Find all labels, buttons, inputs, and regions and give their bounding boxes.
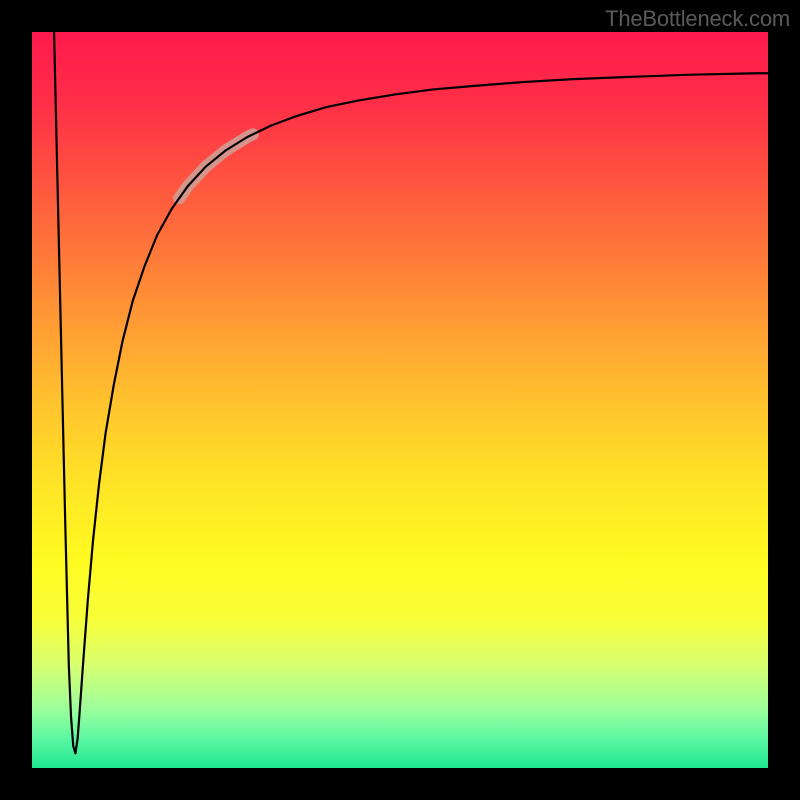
chart-frame: TheBottleneck.com xyxy=(0,0,800,800)
plot-area xyxy=(32,32,768,768)
curve-layer xyxy=(32,32,768,768)
curve-line xyxy=(54,32,768,753)
curve-highlight xyxy=(179,134,253,198)
watermark-text: TheBottleneck.com xyxy=(605,6,790,32)
